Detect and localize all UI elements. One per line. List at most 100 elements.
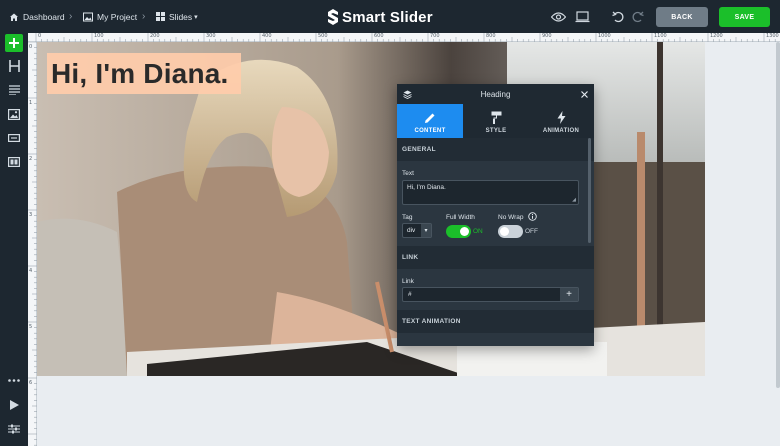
tab-style[interactable]: STYLE [463, 104, 529, 138]
ruler-horizontal-ticks [35, 33, 776, 42]
add-layer-button[interactable] [5, 34, 23, 52]
no-wrap-label: No Wrap [498, 214, 524, 221]
no-wrap-state: OFF [525, 228, 538, 235]
full-width-state: ON [473, 228, 483, 235]
section-general[interactable]: GENERAL [397, 138, 594, 161]
save-button[interactable]: SAVE [719, 7, 770, 27]
tab-style-label: STYLE [485, 128, 507, 134]
redo-icon[interactable] [629, 9, 645, 25]
ruler-tick-label: 500 [318, 33, 328, 39]
button-layer-icon[interactable] [5, 129, 23, 147]
ruler-tick-label: 6 [29, 380, 33, 386]
ruler-tick-label: 3 [29, 212, 33, 218]
ruler-tick-label: 0 [29, 44, 33, 50]
breadcrumb-project-label: My Project [97, 11, 138, 22]
heading-layer-icon[interactable] [5, 57, 23, 75]
ruler-horizontal: 0 100 200 300 400 500 600 700 800 900 1000 1100 1200… [28, 33, 780, 42]
pencil-icon [425, 113, 435, 123]
ruler-tick-label: 5 [29, 324, 33, 330]
left-sidebar [0, 33, 28, 446]
image-icon [83, 12, 93, 21]
ruler-tick-label: 400 [262, 33, 272, 39]
breadcrumb-dashboard-label: Dashboard [23, 11, 65, 22]
breadcrumb-slides[interactable]: Slides ▾ [156, 0, 198, 33]
link-field[interactable]: # [402, 287, 579, 302]
ruler-tick-label: 100 [94, 33, 104, 39]
panel-scrollbar[interactable] [588, 138, 591, 243]
grid-icon [156, 12, 165, 21]
brand-logo: Smart Slider [326, 6, 433, 28]
ruler-tick-label: 1100 [654, 33, 667, 39]
tab-content-label: CONTENT [414, 128, 446, 134]
text-field[interactable]: Hi, I'm Diana. ◢ [402, 180, 579, 205]
paint-roller-icon [491, 111, 501, 124]
ruler-tick-label: 200 [150, 33, 160, 39]
panel-header[interactable]: Heading [397, 84, 594, 104]
resize-grip-icon[interactable]: ◢ [572, 197, 576, 203]
structure-layer-icon[interactable] [5, 153, 23, 171]
breadcrumb-slides-label: Slides [169, 11, 193, 22]
full-width-label: Full Width [446, 214, 475, 221]
top-bar: Dashboard › My Project › Slides ▾ Smart … [0, 0, 780, 33]
info-icon[interactable] [528, 212, 537, 221]
text-layer-icon[interactable] [5, 81, 23, 99]
breadcrumb-dashboard[interactable]: Dashboard [9, 0, 65, 33]
tab-animation[interactable]: ANIMATION [528, 104, 594, 138]
brand-name: Smart Slider [342, 8, 433, 26]
heading-layer[interactable]: Hi, I'm Diana. [47, 53, 241, 94]
panel-tabs: CONTENT STYLE ANIMATION [397, 104, 594, 138]
no-wrap-toggle[interactable] [498, 225, 523, 238]
ruler-tick-label: 600 [374, 33, 384, 39]
undo-icon[interactable] [610, 9, 626, 25]
chevron-right-icon: › [69, 11, 73, 22]
ruler-tick-label: 700 [430, 33, 440, 39]
slide-canvas[interactable]: Hi, I'm Diana. [37, 42, 705, 376]
heading-settings-panel: Heading CONTENT STYLE ANIMATION GENERAL … [397, 84, 594, 346]
section-link[interactable]: LINK [397, 246, 594, 269]
toggle-knob [460, 227, 469, 236]
ruler-tick-label: 900 [542, 33, 552, 39]
ruler-tick-label: 0 [38, 33, 42, 39]
chevron-right-icon: › [142, 11, 146, 22]
link-add-button[interactable]: + [560, 288, 578, 301]
breadcrumb-project[interactable]: My Project [83, 0, 137, 33]
toggle-knob [500, 227, 509, 236]
ruler-tick-label: 4 [29, 268, 33, 274]
tab-animation-label: ANIMATION [542, 128, 580, 134]
link-field-value: # [408, 291, 412, 298]
smart-slider-logo-icon [328, 9, 338, 25]
panel-title: Heading [480, 90, 511, 99]
tab-content[interactable]: CONTENT [397, 104, 463, 138]
image-layer-icon[interactable] [5, 105, 23, 123]
full-width-toggle[interactable] [446, 225, 471, 238]
sliders-settings-icon[interactable] [5, 420, 23, 438]
ruler-tick-label: 1200 [710, 33, 723, 39]
preview-eye-icon[interactable] [550, 9, 566, 25]
page-scrollbar[interactable] [776, 42, 780, 388]
text-field-value: Hi, I'm Diana. [407, 184, 446, 191]
close-icon[interactable] [581, 91, 588, 98]
ruler-tick-label: 1 [29, 100, 33, 106]
ruler-tick-label: 2 [29, 156, 33, 162]
ruler-vertical: 0 1 2 3 4 5 6 [28, 42, 37, 446]
ruler-tick-label: 300 [206, 33, 216, 39]
section-text-animation[interactable]: TEXT ANIMATION [397, 310, 594, 333]
home-icon [10, 13, 18, 21]
tag-select[interactable]: div ▾ [402, 223, 432, 238]
back-button[interactable]: BACK [656, 7, 708, 27]
plus-icon [9, 38, 19, 48]
heading-text: Hi, I'm Diana. [51, 57, 229, 89]
caret-down-icon: ▾ [194, 13, 198, 21]
link-field-label: Link [402, 278, 414, 285]
tag-select-value: div [407, 227, 416, 234]
ruler-tick-label: 1300 [766, 33, 779, 39]
ruler-tick-label: 800 [486, 33, 496, 39]
text-field-label: Text [402, 170, 414, 177]
bolt-icon [557, 111, 565, 124]
plus-icon: + [566, 288, 572, 300]
play-icon[interactable] [5, 396, 23, 414]
ruler-tick-label: 1000 [598, 33, 611, 39]
tag-label: Tag [402, 214, 413, 221]
more-dots-icon[interactable] [5, 371, 23, 389]
desktop-view-icon[interactable] [574, 9, 590, 25]
